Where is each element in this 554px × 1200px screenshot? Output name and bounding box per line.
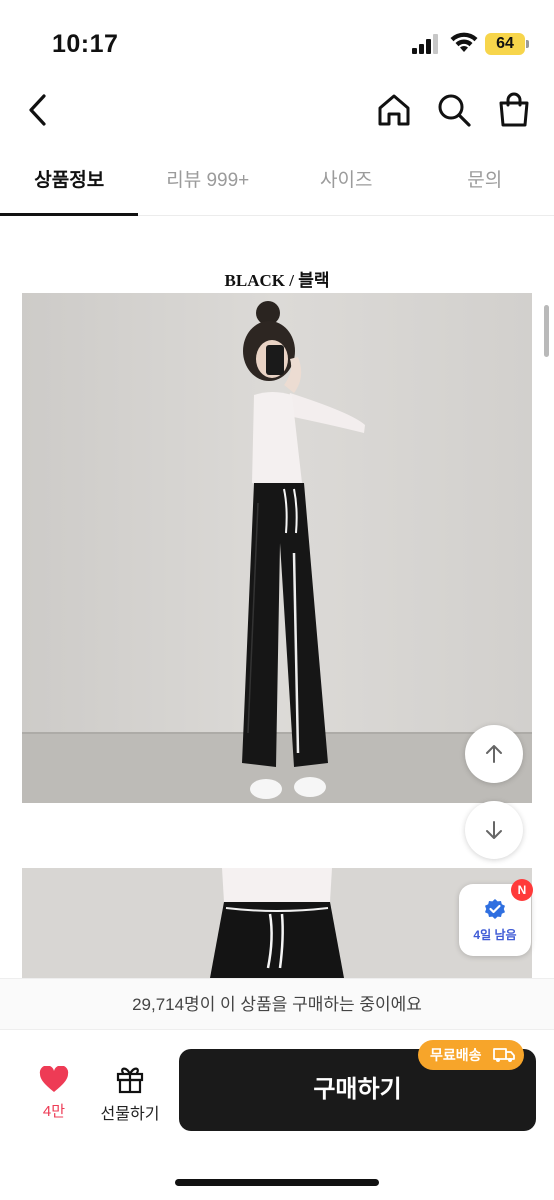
home-icon[interactable] xyxy=(374,90,414,130)
gift-button[interactable]: 선물하기 xyxy=(96,1062,164,1124)
gift-icon xyxy=(116,1067,144,1094)
image-caption: BLACK / 블랙 xyxy=(224,271,330,290)
scroll-bottom-button[interactable] xyxy=(465,801,523,859)
coupon-label: 4일 남음 xyxy=(473,928,517,942)
like-count: 4만 xyxy=(42,1103,66,1120)
free-shipping-label: 무료배송 xyxy=(430,1047,482,1063)
product-photo xyxy=(22,868,532,978)
product-tabs: 상품정보 리뷰 999+ 사이즈 문의 xyxy=(0,150,554,216)
home-indicator xyxy=(175,1179,379,1186)
new-badge: N xyxy=(511,879,533,901)
tab-reviews[interactable]: 리뷰 999+ xyxy=(139,150,278,215)
scrollbar[interactable] xyxy=(544,305,549,357)
cellular-signal-icon xyxy=(412,34,438,54)
tab-product-info[interactable]: 상품정보 xyxy=(0,150,139,216)
shopping-bag-icon[interactable] xyxy=(494,90,534,130)
battery-tip xyxy=(526,40,529,48)
like-button[interactable]: 4만 xyxy=(30,1064,78,1124)
delivery-truck-icon xyxy=(493,1048,515,1062)
scroll-top-button[interactable] xyxy=(465,725,523,783)
tab-inquiry[interactable]: 문의 xyxy=(416,150,554,215)
battery-icon: 64 xyxy=(485,33,525,55)
product-photo xyxy=(22,293,532,803)
arrow-down-icon xyxy=(486,821,502,839)
status-bar: 10:17 64 xyxy=(0,0,554,80)
back-arrow-icon[interactable] xyxy=(20,90,56,130)
gift-label: 선물하기 xyxy=(100,1106,160,1123)
arrow-up-icon xyxy=(486,745,502,763)
heart-icon xyxy=(39,1066,69,1092)
search-icon[interactable] xyxy=(434,90,474,130)
wifi-icon xyxy=(450,32,478,52)
tab-size[interactable]: 사이즈 xyxy=(277,150,416,215)
free-shipping-badge: 무료배송 xyxy=(418,1040,524,1070)
status-time: 10:17 xyxy=(52,30,119,58)
purchase-notice: 29,714명이 이 상품을 구매하는 중이에요 xyxy=(0,978,554,1030)
verified-badge-icon xyxy=(485,899,505,919)
